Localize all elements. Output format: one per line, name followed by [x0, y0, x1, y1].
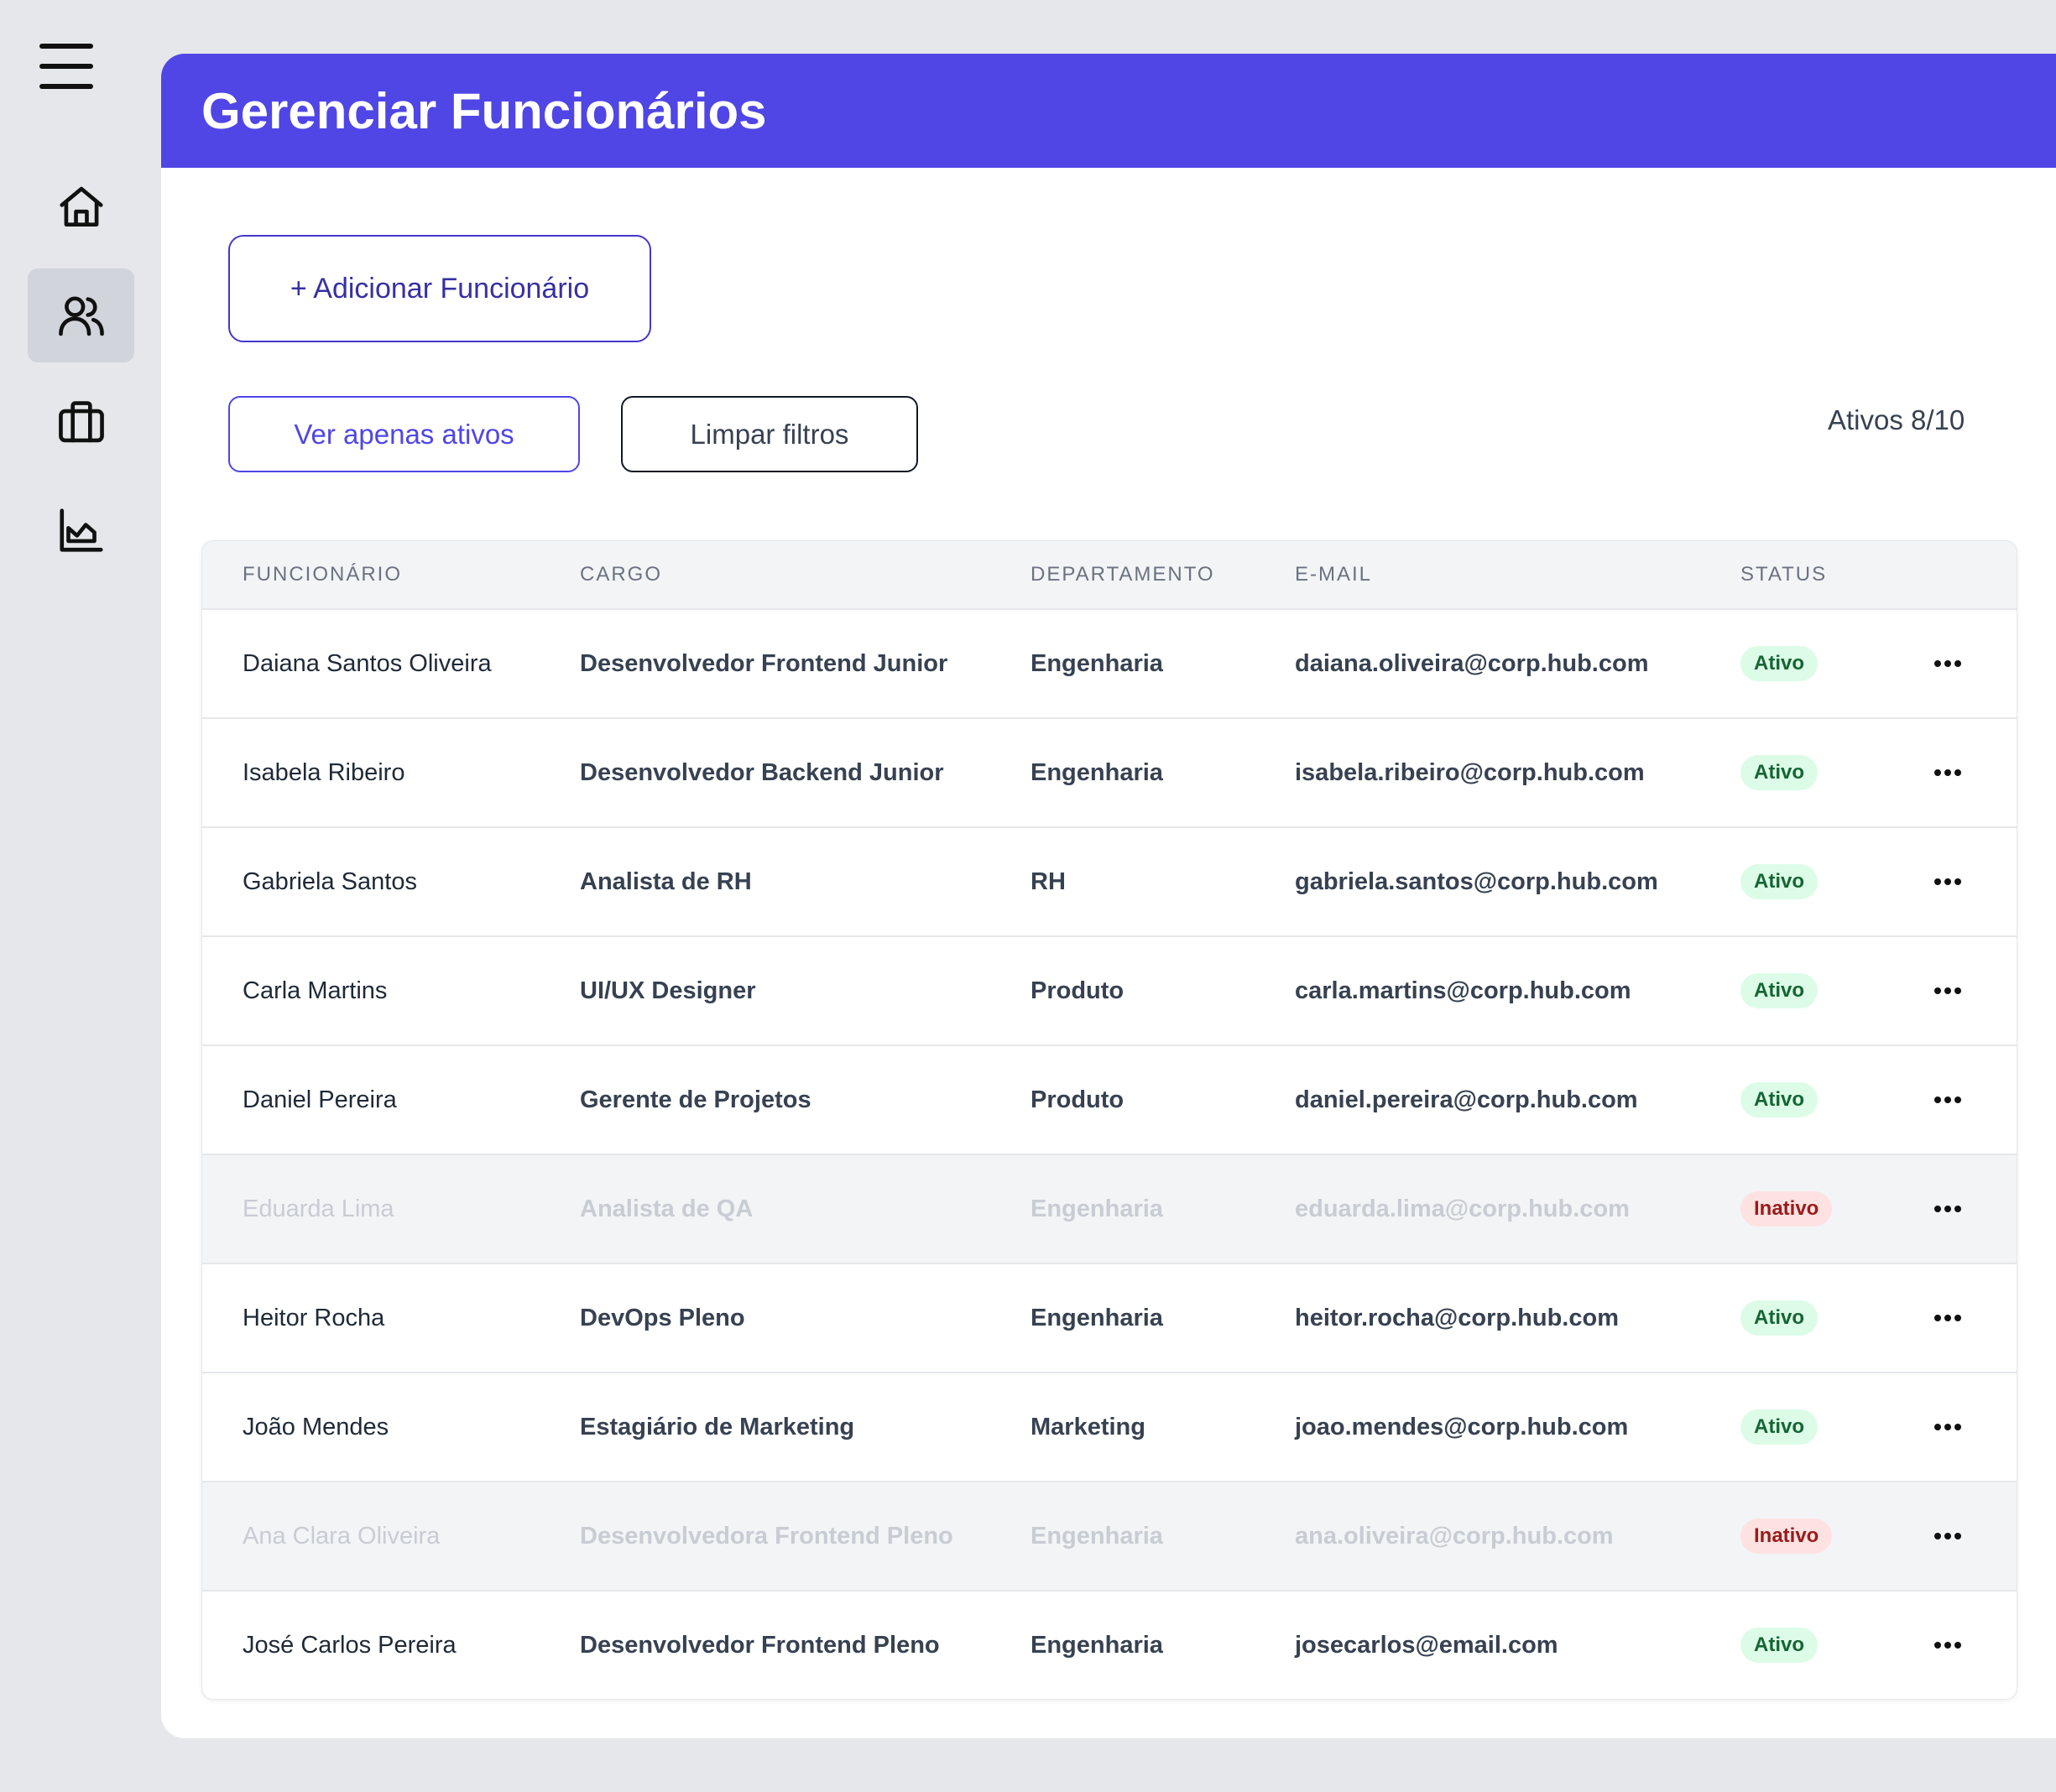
employee-role: UI/UX Designer — [580, 977, 756, 1004]
table-row[interactable]: Gabriela Santos Analista de RH RH gabrie… — [202, 828, 2017, 937]
employee-department: Engenharia — [1031, 1196, 1163, 1222]
briefcase-icon — [58, 401, 104, 443]
employee-email: isabela.ribeiro@corp.hub.com — [1295, 759, 1645, 786]
status-badge: Ativo — [1740, 973, 1818, 1008]
employee-email: daniel.pereira@corp.hub.com — [1295, 1086, 1638, 1113]
employee-role: Desenvolvedor Frontend Pleno — [580, 1632, 940, 1659]
status-badge: Ativo — [1740, 1628, 1818, 1663]
menu-icon[interactable] — [39, 44, 93, 89]
employee-name: Daniel Pereira — [243, 1086, 397, 1113]
column-header-department: DEPARTAMENTO — [1031, 563, 1215, 586]
employee-department: Produto — [1031, 1086, 1125, 1113]
status-badge: Ativo — [1740, 1300, 1818, 1336]
employee-name: Gabriela Santos — [243, 868, 417, 895]
table-row[interactable]: João Mendes Estagiário de Marketing Mark… — [202, 1373, 2017, 1482]
employee-department: Engenharia — [1031, 1632, 1163, 1659]
table-row[interactable]: Daniel Pereira Gerente de Projetos Produ… — [202, 1046, 2017, 1155]
users-icon — [58, 296, 104, 336]
table-row[interactable]: Heitor Rocha DevOps Pleno Engenharia hei… — [202, 1264, 2017, 1373]
active-count: Ativos 8/10 — [1828, 404, 1965, 435]
employee-name: João Mendes — [243, 1414, 389, 1440]
employees-table: FUNCIONÁRIO CARGO DEPARTAMENTO E-MAIL ST… — [201, 540, 2017, 1700]
add-employee-button[interactable]: + Adicionar Funcionário — [228, 235, 651, 342]
employee-email: daiana.oliveira@corp.hub.com — [1295, 650, 1649, 677]
filter-active-button[interactable]: Ver apenas ativos — [228, 396, 580, 472]
table-row[interactable]: Eduarda Lima Analista de QA Engenharia e… — [202, 1155, 2017, 1264]
employee-name: Ana Clara Oliveira — [243, 1523, 441, 1550]
employee-role: Analista de QA — [580, 1196, 754, 1222]
status-badge: Ativo — [1740, 646, 1818, 681]
clear-filters-button[interactable]: Limpar filtros — [621, 396, 918, 472]
more-options-icon[interactable] — [1931, 647, 1965, 680]
sidebar-item-home[interactable] — [28, 160, 134, 254]
employee-email: eduarda.lima@corp.hub.com — [1295, 1196, 1630, 1222]
employee-email: joao.mendes@corp.hub.com — [1295, 1414, 1629, 1440]
sidebar — [0, 0, 161, 1792]
employee-name: Heitor Rocha — [243, 1305, 385, 1331]
more-options-icon[interactable] — [1931, 1519, 1965, 1553]
sidebar-item-reports[interactable] — [28, 483, 134, 577]
more-options-icon[interactable] — [1931, 756, 1965, 789]
page-header: Gerenciar Funcionários — [161, 54, 2056, 168]
more-options-icon[interactable] — [1931, 1083, 1965, 1117]
employee-email: ana.oliveira@corp.hub.com — [1295, 1523, 1614, 1550]
home-icon — [59, 186, 103, 227]
table-row[interactable]: Daiana Santos Oliveira Desenvolvedor Fro… — [202, 610, 2017, 719]
employee-department: Engenharia — [1031, 650, 1163, 677]
employee-role: Desenvolvedora Frontend Pleno — [580, 1523, 953, 1550]
employee-department: Engenharia — [1031, 1305, 1163, 1331]
status-badge: Ativo — [1740, 1409, 1818, 1445]
employee-department: Marketing — [1031, 1414, 1145, 1440]
chart-icon — [59, 508, 103, 552]
column-header-employee: FUNCIONÁRIO — [243, 563, 402, 586]
column-header-status: STATUS — [1740, 563, 1828, 586]
more-options-icon[interactable] — [1931, 1410, 1965, 1444]
status-badge: Ativo — [1740, 864, 1818, 899]
table-row[interactable]: Carla Martins UI/UX Designer Produto car… — [202, 937, 2017, 1046]
employee-name: Daiana Santos Oliveira — [243, 650, 492, 677]
more-options-icon[interactable] — [1931, 974, 1965, 1008]
employee-email: gabriela.santos@corp.hub.com — [1295, 868, 1658, 895]
employee-department: Produto — [1031, 977, 1125, 1004]
employee-department: RH — [1031, 868, 1066, 895]
status-badge: Inativo — [1740, 1191, 1833, 1227]
column-header-role: CARGO — [580, 563, 663, 586]
sidebar-item-employees[interactable] — [28, 268, 134, 362]
more-options-icon[interactable] — [1931, 1192, 1965, 1226]
employee-role: Desenvolvedor Frontend Junior — [580, 650, 948, 677]
table-row[interactable]: José Carlos Pereira Desenvolvedor Fronte… — [202, 1591, 2017, 1699]
employee-role: Estagiário de Marketing — [580, 1414, 855, 1440]
employee-department: Engenharia — [1031, 759, 1163, 786]
employee-role: Gerente de Projetos — [580, 1086, 811, 1113]
table-row[interactable]: Ana Clara Oliveira Desenvolvedora Fronte… — [202, 1482, 2017, 1591]
employee-role: Analista de RH — [580, 868, 752, 895]
page-title: Gerenciar Funcionários — [201, 82, 767, 139]
status-badge: Ativo — [1740, 755, 1818, 790]
employee-email: carla.martins@corp.hub.com — [1295, 977, 1631, 1004]
main-card: Gerenciar Funcionários + Adicionar Funci… — [161, 54, 2056, 1738]
more-options-icon[interactable] — [1931, 865, 1965, 899]
column-header-email: E-MAIL — [1295, 563, 1373, 586]
employee-email: josecarlos@email.com — [1295, 1632, 1558, 1659]
employee-role: Desenvolvedor Backend Junior — [580, 759, 944, 786]
employee-name: Eduarda Lima — [243, 1196, 394, 1222]
status-badge: Ativo — [1740, 1082, 1818, 1117]
sidebar-item-jobs[interactable] — [28, 375, 134, 469]
employee-department: Engenharia — [1031, 1523, 1163, 1550]
more-options-icon[interactable] — [1931, 1628, 1965, 1662]
employee-email: heitor.rocha@corp.hub.com — [1295, 1305, 1619, 1331]
status-badge: Inativo — [1740, 1519, 1833, 1554]
table-row[interactable]: Isabela Ribeiro Desenvolvedor Backend Ju… — [202, 719, 2017, 828]
employee-name: Carla Martins — [243, 977, 388, 1004]
more-options-icon[interactable] — [1931, 1301, 1965, 1335]
employee-name: Isabela Ribeiro — [243, 759, 405, 786]
employee-role: DevOps Pleno — [580, 1305, 745, 1331]
employee-name: José Carlos Pereira — [243, 1632, 457, 1659]
table-header: FUNCIONÁRIO CARGO DEPARTAMENTO E-MAIL ST… — [202, 541, 2017, 610]
